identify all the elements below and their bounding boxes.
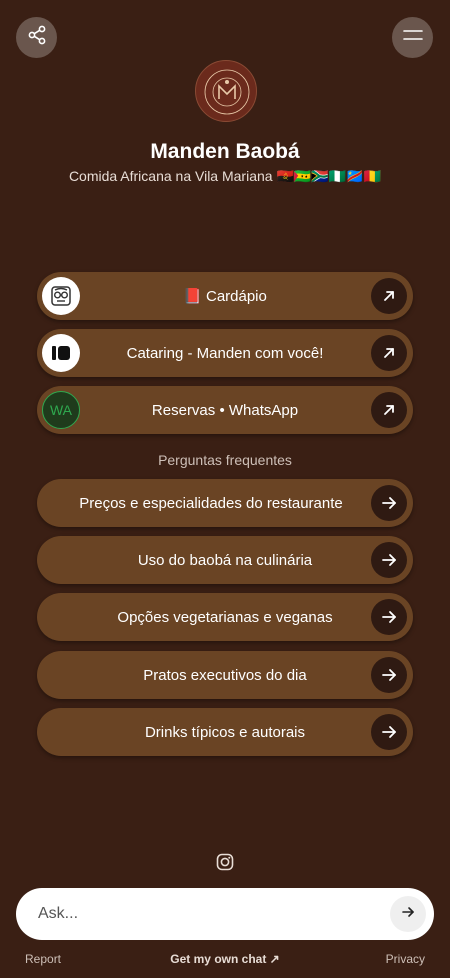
faq-label: Drinks típicos e autorais — [144, 723, 306, 741]
arrow-up-right-icon — [371, 278, 407, 314]
faq-label: Opções vegetarianas e veganas — [117, 608, 333, 626]
ask-input[interactable] — [38, 905, 358, 923]
arrow-right-icon — [371, 542, 407, 578]
arrow-right-icon — [401, 905, 415, 924]
faq-title: Perguntas frequentes — [158, 452, 292, 468]
arrow-up-right-icon — [371, 392, 407, 428]
link-reservas-whatsapp[interactable]: WA Reservas • WhatsApp — [37, 386, 413, 434]
get-own-chat-link[interactable]: Get my own chat ↗ — [0, 952, 450, 966]
faq-label: Uso do baobá na culinária — [137, 551, 313, 569]
faq-label: Pratos executivos do dia — [143, 666, 307, 684]
share-button[interactable] — [16, 17, 57, 58]
faq-item-precos[interactable]: Preços e especialidades do restaurante — [37, 479, 413, 527]
menu-button[interactable] — [392, 17, 433, 58]
arrow-up-right-icon — [371, 335, 407, 371]
brand-icon — [42, 334, 80, 372]
link-label: 📕 Cardápio — [183, 288, 267, 305]
link-label: Reservas • WhatsApp — [151, 401, 299, 419]
faq-item-baoba[interactable]: Uso do baobá na culinária — [37, 536, 413, 584]
whatsapp-thumb-text: WA — [49, 402, 73, 418]
arrow-right-icon — [371, 485, 407, 521]
send-button[interactable] — [390, 896, 426, 932]
link-label: Cataring - Manden com você! — [126, 344, 324, 362]
ask-bar — [16, 888, 434, 940]
instagram-icon[interactable] — [216, 853, 234, 871]
profile-name: Manden Baobá — [150, 140, 300, 163]
privacy-link[interactable]: Privacy — [386, 952, 425, 966]
faq-item-pratos-executivos[interactable]: Pratos executivos do dia — [37, 651, 413, 699]
faq-label: Preços e especialidades do restaurante — [79, 494, 343, 512]
arrow-right-icon — [371, 714, 407, 750]
link-catering[interactable]: Cataring - Manden com você! — [37, 329, 413, 377]
profile-logo — [195, 60, 257, 122]
report-link[interactable]: Report — [25, 952, 61, 966]
share-icon — [27, 25, 47, 50]
arrow-right-icon — [371, 657, 407, 693]
menu-book-icon — [42, 277, 80, 315]
faq-item-vegetarianas[interactable]: Opções vegetarianas e veganas — [37, 593, 413, 641]
whatsapp-icon: WA — [42, 391, 80, 429]
profile-subtitle: Comida Africana na Vila Mariana 🇦🇴🇸🇹🇿🇦🇳🇬… — [68, 168, 382, 184]
menu-icon — [402, 28, 424, 47]
arrow-right-icon — [371, 599, 407, 635]
faq-item-drinks[interactable]: Drinks típicos e autorais — [37, 708, 413, 756]
link-cardapio[interactable]: 📕 Cardápio — [37, 272, 413, 320]
